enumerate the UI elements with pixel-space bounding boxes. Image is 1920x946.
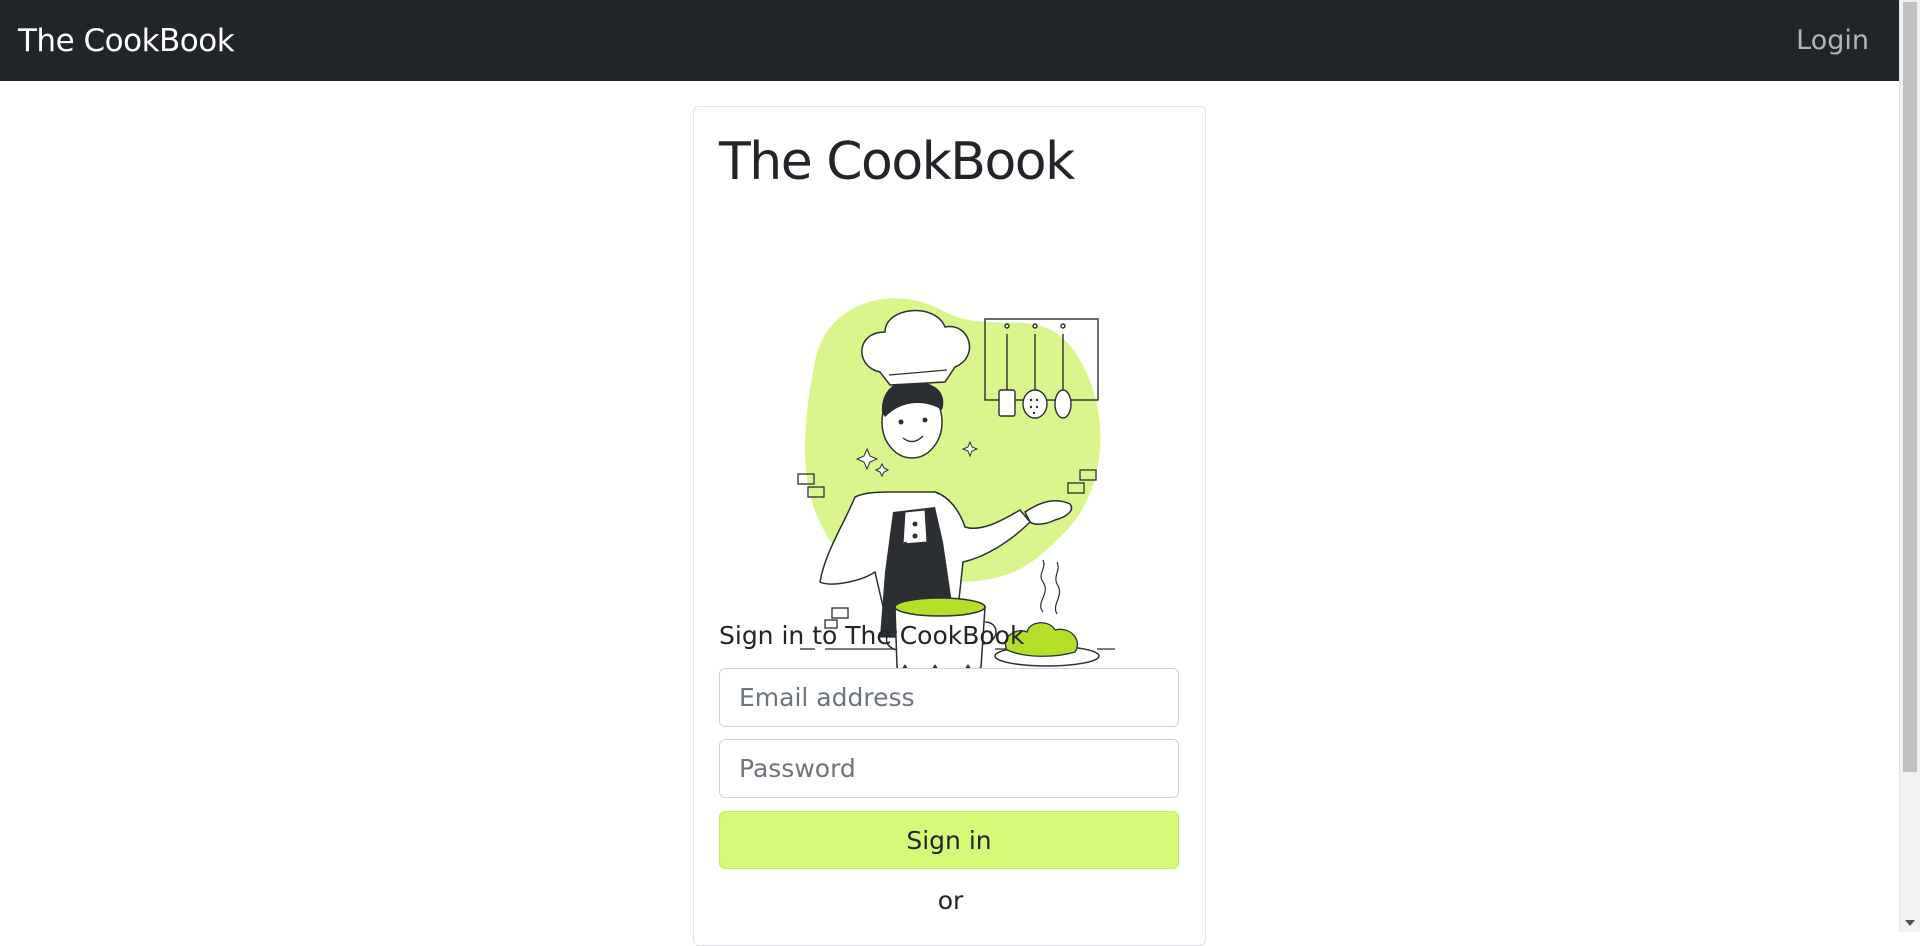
signin-button[interactable]: Sign in xyxy=(719,811,1179,869)
scroll-down-arrow-icon[interactable] xyxy=(1905,920,1915,926)
card-title: The CookBook xyxy=(719,132,1075,192)
password-input[interactable] xyxy=(719,739,1179,798)
signin-card: The CookBook Sign in to The CookBook Ema… xyxy=(693,106,1206,946)
email-input[interactable] xyxy=(719,668,1179,727)
signin-heading: Sign in to The CookBook xyxy=(719,621,1025,650)
chef-cooking-illustration xyxy=(797,298,1115,676)
vertical-scrollbar[interactable] xyxy=(1899,0,1920,932)
nav-login-link[interactable]: Login xyxy=(1796,25,1869,56)
or-divider-text: or xyxy=(937,886,964,915)
navbar-brand[interactable]: The CookBook xyxy=(18,23,235,59)
scrollbar-thumb[interactable] xyxy=(1903,2,1917,772)
top-navbar: The CookBook Login xyxy=(0,0,1899,81)
